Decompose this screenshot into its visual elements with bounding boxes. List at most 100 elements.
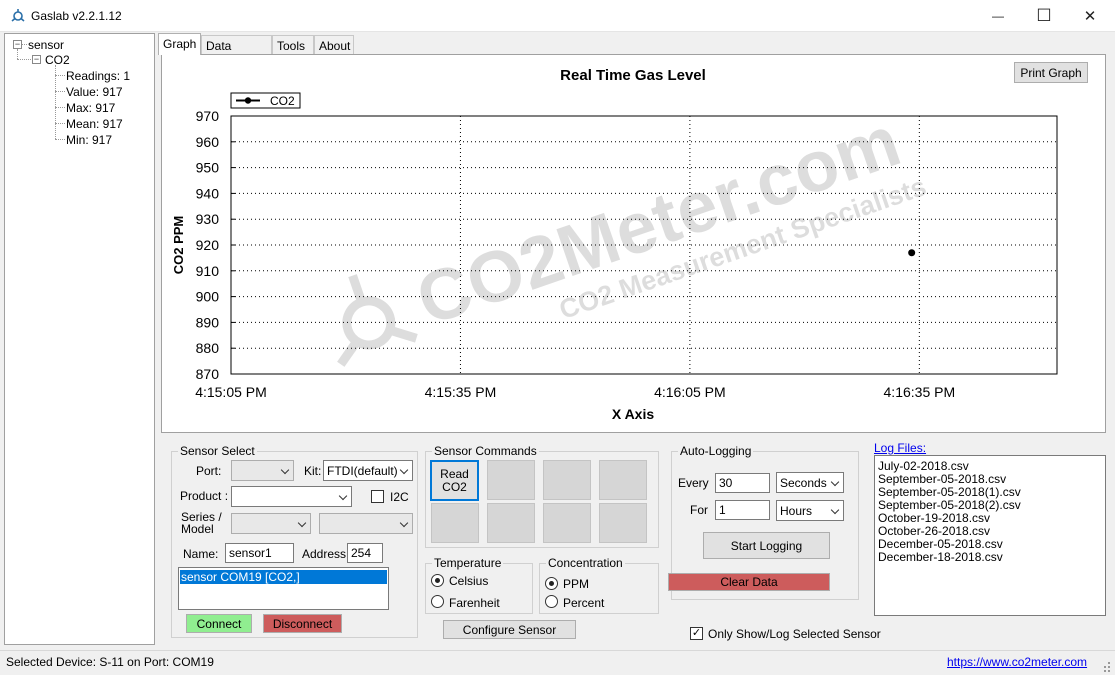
- celsius-radio[interactable]: [431, 574, 444, 587]
- command-button-7[interactable]: [543, 503, 591, 543]
- every-label: Every: [678, 476, 709, 490]
- log-file-item[interactable]: July-02-2018.csv: [878, 459, 969, 473]
- x-tick-label: 4:16:05 PM: [654, 384, 726, 400]
- data-point-co2: [908, 249, 916, 257]
- tab-tools[interactable]: Tools: [272, 35, 314, 54]
- y-axis-label: CO2 PPM: [171, 216, 186, 275]
- only-show-label: Only Show/Log Selected Sensor: [708, 627, 881, 641]
- tree-item-mean[interactable]: Mean: 917: [66, 117, 123, 131]
- temperature-legend: Temperature: [434, 556, 502, 570]
- tree-item-max[interactable]: Max: 917: [66, 101, 115, 115]
- sensor-list[interactable]: sensor COM19 [CO2,]: [178, 567, 389, 610]
- kit-label: Kit:: [304, 464, 322, 478]
- y-tick-label: 970: [196, 108, 220, 124]
- tree-item-value[interactable]: Value: 917: [66, 85, 123, 99]
- sensor-select-legend: Sensor Select: [180, 444, 255, 458]
- name-label: Name:: [183, 547, 219, 561]
- maximize-button[interactable]: ☐: [1021, 0, 1067, 32]
- checkmark-icon: ✓: [691, 627, 702, 639]
- command-button-2[interactable]: [487, 460, 535, 500]
- start-logging-button[interactable]: Start Logging: [703, 532, 830, 559]
- i2c-checkbox[interactable]: [371, 490, 384, 503]
- legend-marker-icon: [244, 97, 252, 104]
- tab-graph[interactable]: Graph: [158, 33, 201, 55]
- tab-data-stream[interactable]: Data Stream: [201, 35, 272, 67]
- sensor-tree[interactable]: − sensor − CO2 Readings: 1 Value: 917 Ma…: [4, 33, 155, 645]
- disconnect-button[interactable]: Disconnect: [263, 614, 342, 633]
- tree-node-sensor[interactable]: sensor: [28, 38, 64, 52]
- log-files-link[interactable]: Log Files:: [874, 441, 926, 455]
- product-dropdown[interactable]: [231, 486, 352, 507]
- y-tick-label: 890: [196, 314, 220, 330]
- resize-grip-icon[interactable]: [1101, 661, 1111, 673]
- port-dropdown[interactable]: [231, 460, 294, 481]
- read-co2-button[interactable]: Read CO2: [430, 460, 479, 501]
- command-button-8[interactable]: [599, 503, 647, 543]
- y-tick-label: 930: [196, 211, 220, 227]
- connect-button[interactable]: Connect: [186, 614, 252, 633]
- chart-title: Real Time Gas Level: [560, 67, 706, 84]
- percent-label: Percent: [563, 596, 605, 610]
- port-label: Port:: [196, 464, 222, 478]
- tree-item-readings[interactable]: Readings: 1: [66, 69, 130, 83]
- log-file-item[interactable]: September-05-2018(1).csv: [878, 485, 1021, 499]
- every-unit-dropdown[interactable]: Seconds: [776, 472, 844, 493]
- log-file-item[interactable]: December-05-2018.csv: [878, 537, 1003, 551]
- command-button-4[interactable]: [599, 460, 647, 500]
- log-file-item[interactable]: September-05-2018.csv: [878, 472, 1006, 486]
- website-link[interactable]: https://www.co2meter.com: [947, 655, 1087, 669]
- title-bar: Gaslab v2.2.1.12 — ☐ ✕: [0, 0, 1115, 32]
- name-input[interactable]: [225, 543, 294, 563]
- tree-node-co2[interactable]: CO2: [45, 53, 70, 67]
- kit-dropdown[interactable]: FTDI(default): [323, 460, 413, 481]
- for-unit-dropdown[interactable]: Hours: [776, 500, 844, 521]
- model-dropdown[interactable]: [319, 513, 413, 534]
- farenheit-radio[interactable]: [431, 595, 444, 608]
- command-button-3[interactable]: [543, 460, 591, 500]
- i2c-label: I2C: [390, 490, 409, 504]
- command-button-6[interactable]: [487, 503, 535, 543]
- configure-sensor-button[interactable]: Configure Sensor: [443, 620, 576, 639]
- percent-radio[interactable]: [545, 595, 558, 608]
- y-tick-label: 880: [196, 340, 220, 356]
- log-file-item[interactable]: October-19-2018.csv: [878, 511, 990, 525]
- product-label: Product :: [180, 489, 229, 503]
- command-button-5[interactable]: [431, 503, 479, 543]
- farenheit-label: Farenheit: [449, 596, 500, 610]
- series-model-label: Series / Model: [181, 510, 222, 536]
- for-label: For: [690, 503, 708, 517]
- tree-item-min[interactable]: Min: 917: [66, 133, 112, 147]
- y-tick-label: 870: [196, 366, 220, 382]
- address-input[interactable]: [347, 543, 383, 563]
- close-icon: ✕: [1083, 8, 1097, 25]
- log-file-item[interactable]: December-18-2018.csv: [878, 550, 1003, 564]
- tab-about[interactable]: About: [314, 35, 354, 54]
- status-device-text: Selected Device: S-11 on Port: COM19: [6, 655, 214, 669]
- series-dropdown[interactable]: [231, 513, 311, 534]
- x-tick-label: 4:16:35 PM: [884, 384, 956, 400]
- collapse-sensor-toggle[interactable]: −: [13, 40, 22, 49]
- log-file-item[interactable]: October-26-2018.csv: [878, 524, 990, 538]
- y-tick-label: 950: [196, 160, 220, 176]
- sensor-list-item[interactable]: sensor COM19 [CO2,]: [180, 570, 387, 584]
- status-bar: Selected Device: S-11 on Port: COM19 htt…: [0, 650, 1115, 675]
- ppm-radio[interactable]: [545, 577, 558, 590]
- sensor-commands-legend: Sensor Commands: [434, 444, 537, 458]
- collapse-co2-toggle[interactable]: −: [32, 55, 41, 64]
- window-title: Gaslab v2.2.1.12: [31, 9, 122, 23]
- log-files-list[interactable]: July-02-2018.csv September-05-2018.csv S…: [874, 455, 1106, 616]
- minimize-icon: —: [992, 9, 1004, 23]
- minimize-button[interactable]: —: [975, 0, 1021, 32]
- for-input[interactable]: [715, 500, 770, 520]
- close-window-button[interactable]: ✕: [1067, 0, 1113, 32]
- watermark-logo-icon: [337, 274, 418, 367]
- legend-label: CO2: [270, 94, 295, 108]
- ppm-label: PPM: [563, 577, 590, 591]
- only-show-checkbox[interactable]: ✓: [690, 627, 703, 640]
- log-file-item[interactable]: September-05-2018(2).csv: [878, 498, 1021, 512]
- clear-data-button[interactable]: Clear Data: [668, 573, 830, 591]
- y-tick-label: 920: [196, 237, 220, 253]
- print-graph-button[interactable]: Print Graph: [1014, 62, 1088, 83]
- every-input[interactable]: [715, 473, 770, 493]
- watermark: CO2Meter.com CO2 Measurement Specialists: [337, 101, 930, 367]
